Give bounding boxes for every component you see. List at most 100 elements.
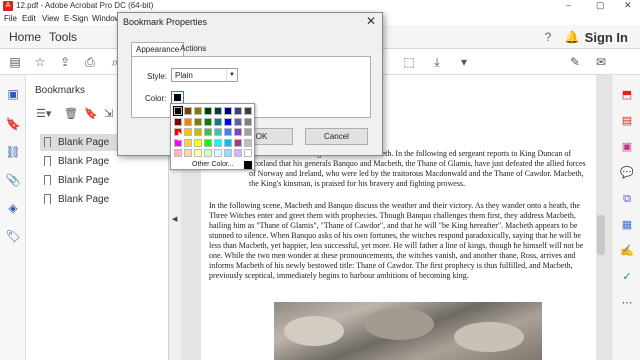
color-swatch[interactable] — [244, 149, 252, 157]
comment-icon[interactable]: 💬 — [618, 165, 636, 181]
color-swatch[interactable] — [184, 107, 192, 115]
zoom-icon[interactable]: ▾ — [455, 53, 473, 71]
organize-pages-icon[interactable]: ▦ — [618, 217, 636, 233]
color-swatch[interactable] — [214, 149, 222, 157]
tab-tools[interactable]: Tools — [49, 30, 77, 44]
download-icon[interactable]: ⤓ — [428, 53, 446, 71]
other-color-option[interactable]: Other Color... — [192, 161, 234, 168]
color-swatch[interactable] — [214, 138, 222, 147]
color-swatch[interactable] — [224, 117, 232, 126]
new-bookmark-icon[interactable]: 🔖 — [84, 107, 98, 120]
print-icon[interactable]: ⎙ — [81, 53, 99, 71]
create-icon[interactable]: ▤ — [6, 53, 24, 71]
color-swatch[interactable] — [173, 106, 183, 116]
color-swatch[interactable] — [224, 138, 232, 147]
menu-file[interactable]: File — [4, 14, 17, 23]
color-swatch[interactable] — [244, 128, 252, 136]
color-swatch[interactable] — [184, 149, 192, 157]
close-window-icon[interactable]: ✕ — [624, 0, 632, 11]
color-swatch[interactable] — [204, 138, 212, 147]
paragraph-2: In the following scene, Macbeth and Banq… — [209, 201, 584, 280]
mail-icon[interactable]: ✉ — [592, 53, 610, 71]
menu-view[interactable]: View — [42, 14, 59, 23]
tags-icon[interactable]: 🏷 — [4, 227, 22, 245]
acrobat-app-icon: A — [3, 1, 13, 11]
bookmark-label: Blank Page — [58, 175, 110, 186]
maximize-icon[interactable]: ▢ — [596, 0, 605, 11]
color-swatch[interactable] — [214, 107, 222, 115]
color-swatch[interactable] — [204, 149, 212, 157]
color-swatch[interactable] — [244, 107, 252, 115]
color-swatch[interactable] — [214, 128, 222, 136]
color-swatch[interactable] — [194, 149, 202, 157]
color-swatch[interactable] — [234, 128, 242, 136]
color-swatch[interactable] — [204, 128, 212, 136]
chevron-down-icon: ▼ — [226, 69, 237, 81]
color-swatch[interactable] — [184, 128, 192, 136]
color-swatch[interactable] — [204, 107, 212, 115]
dialog-close-icon[interactable]: ✕ — [366, 14, 376, 28]
color-swatch[interactable] — [234, 117, 242, 126]
bookmarks-icon[interactable]: 🔖 — [4, 115, 22, 133]
bookmark-star-icon[interactable]: ☆ — [31, 53, 49, 71]
bookmark-item[interactable]: Blank Page — [40, 172, 160, 189]
sign-icon[interactable]: ✎ — [566, 53, 584, 71]
style-value: Plain — [175, 71, 193, 80]
color-swatch[interactable] — [184, 117, 192, 126]
color-swatch[interactable] — [244, 138, 252, 147]
color-swatch[interactable] — [204, 117, 212, 126]
color-swatch[interactable] — [174, 117, 182, 126]
color-swatch[interactable] — [214, 117, 222, 126]
vertical-scrollbar[interactable] — [597, 215, 605, 255]
window-title: 12.pdf - Adobe Acrobat Pro DC (64-bit) — [16, 1, 154, 10]
color-swatch[interactable] — [184, 138, 192, 147]
dialog-title: Bookmark Properties — [123, 17, 208, 27]
tab-actions[interactable]: Actions — [176, 42, 210, 56]
more-tools-icon[interactable]: ⋯ — [618, 295, 636, 311]
color-swatch[interactable] — [224, 149, 232, 157]
notifications-icon[interactable]: 🔔 — [563, 28, 581, 46]
upload-icon[interactable]: ⇪ — [56, 53, 74, 71]
create-pdf-icon[interactable]: ▤ — [618, 113, 636, 129]
send-for-signature-icon[interactable]: ✓ — [618, 269, 636, 285]
color-swatch[interactable] — [194, 117, 202, 126]
layers-icon[interactable]: ◈ — [4, 199, 22, 217]
edit-pdf-icon[interactable]: ▣ — [618, 139, 636, 155]
bookmark-item[interactable]: Blank Page — [40, 191, 160, 208]
color-swatch[interactable] — [244, 117, 252, 126]
color-swatch[interactable] — [194, 128, 202, 136]
export-pdf-icon[interactable]: ⬒ — [618, 87, 636, 103]
delete-bookmark-icon[interactable]: 🗑 — [64, 107, 78, 120]
color-swatch[interactable] — [194, 107, 202, 115]
color-swatch[interactable] — [224, 107, 232, 115]
right-tools-rail: ⬒ ▤ ▣ 💬 ⧉ ▦ ✍ ✓ ⋯ — [611, 75, 640, 360]
menu-edit[interactable]: Edit — [22, 14, 36, 23]
color-swatch[interactable] — [194, 138, 202, 147]
select-tool-icon[interactable]: ⬚ — [400, 53, 418, 71]
style-select[interactable]: Plain ▼ — [171, 68, 238, 82]
color-swatch[interactable] — [234, 107, 242, 115]
other-color-swatch[interactable] — [244, 161, 252, 169]
color-swatch[interactable] — [234, 138, 242, 147]
options-menu-icon[interactable]: ☰▾ — [36, 107, 51, 120]
color-swatch[interactable] — [224, 128, 232, 136]
bookmark-flag-icon — [44, 175, 51, 185]
combine-files-icon[interactable]: ⧉ — [618, 191, 636, 207]
bookmark-label: Blank Page — [58, 194, 110, 205]
bookmark-label: Blank Page — [58, 137, 110, 148]
color-swatch[interactable] — [234, 149, 242, 157]
expand-bookmark-icon[interactable]: ⇲ — [104, 107, 113, 120]
links-icon[interactable]: ⛓ — [4, 143, 22, 161]
collapse-arrow-icon[interactable]: ◀ — [172, 215, 177, 223]
page-thumbnails-icon[interactable]: ▣ — [4, 85, 22, 103]
attachments-icon[interactable]: 📎 — [4, 171, 22, 189]
minimize-icon[interactable]: – — [566, 0, 571, 10]
tab-home[interactable]: Home — [9, 30, 41, 44]
fill-sign-icon[interactable]: ✍ — [618, 243, 636, 259]
help-icon[interactable]: ? — [539, 28, 557, 46]
menu-esign[interactable]: E-Sign — [64, 14, 88, 23]
color-label: Color: — [145, 94, 167, 103]
color-swatch[interactable] — [174, 149, 182, 157]
cancel-button[interactable]: Cancel — [305, 128, 368, 145]
sign-in-button[interactable]: Sign In — [585, 30, 628, 45]
